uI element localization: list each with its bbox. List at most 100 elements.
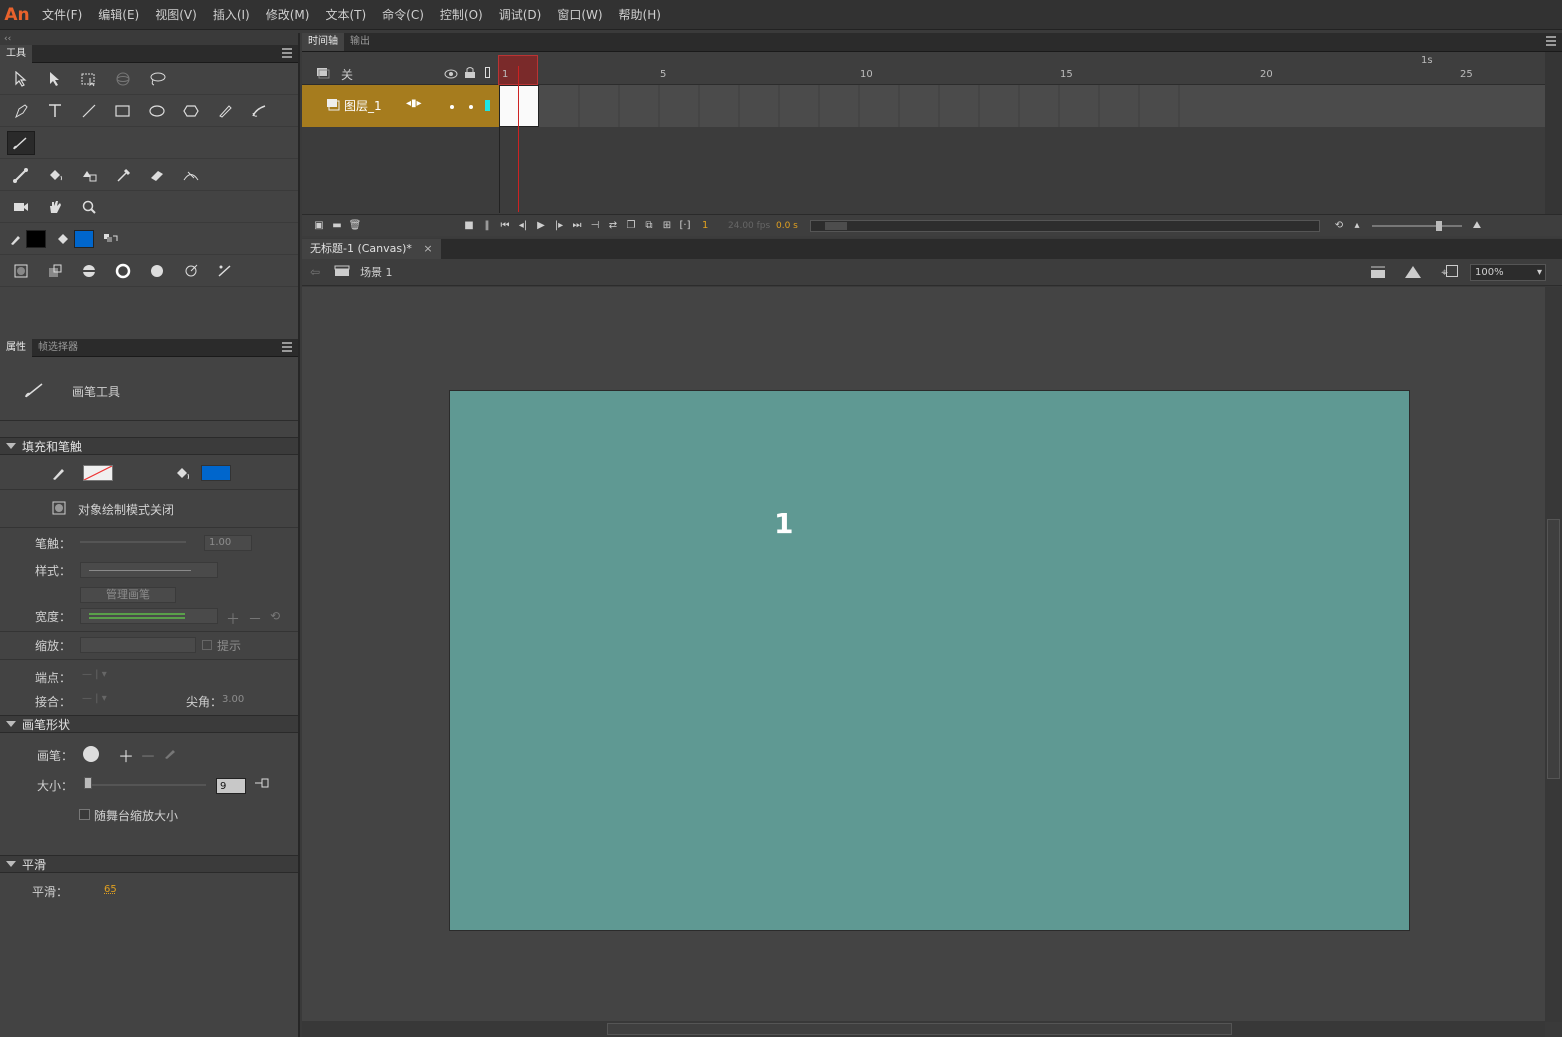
add-brush-icon[interactable]: ＋ xyxy=(118,743,134,767)
hand-tool-icon[interactable] xyxy=(38,193,72,221)
menu-commands[interactable]: 命令(C) xyxy=(374,0,432,30)
object-drawing-icon[interactable] xyxy=(52,501,66,518)
line-tool-icon[interactable] xyxy=(72,97,106,125)
cap-dropdown[interactable]: — | ▾ xyxy=(82,669,107,680)
clip-content-icon[interactable] xyxy=(1446,265,1458,277)
timeline-zoom-slider[interactable] xyxy=(1372,220,1462,231)
onion-skin-label[interactable]: 关 xyxy=(341,66,353,83)
width-dropdown[interactable] xyxy=(80,608,218,624)
text-tool-icon[interactable] xyxy=(38,97,72,125)
new-folder-icon[interactable]: ▬ xyxy=(328,220,346,231)
tab-tools[interactable]: 工具 xyxy=(0,44,32,63)
stage-text[interactable]: 1 xyxy=(774,507,793,540)
pressure-icon[interactable] xyxy=(208,257,242,285)
style-dropdown[interactable] xyxy=(80,562,218,578)
camera-tool-icon[interactable] xyxy=(4,193,38,221)
miter-value[interactable]: 3.00 xyxy=(222,694,244,705)
show-hide-all-icon[interactable] xyxy=(444,68,458,82)
paint-bucket-tool-icon[interactable] xyxy=(38,161,72,189)
join-dropdown[interactable]: — | ▾ xyxy=(82,693,107,704)
brush-mode-fill-icon[interactable] xyxy=(106,257,140,285)
polystar-tool-icon[interactable] xyxy=(174,97,208,125)
frames-area[interactable] xyxy=(499,85,1545,127)
stage-canvas[interactable]: 1 xyxy=(449,390,1410,931)
camera-toggle-icon[interactable]: ■ xyxy=(460,220,478,231)
new-layer-icon[interactable]: ▣ xyxy=(310,220,328,231)
stroke-none-swatch[interactable] xyxy=(83,465,113,481)
layer-row[interactable]: 图层_1 ◂▮▸ xyxy=(302,85,499,127)
panel-menu-icon[interactable] xyxy=(282,48,292,58)
document-tab[interactable]: 无标题-1 (Canvas)* × xyxy=(302,239,441,259)
modify-markers-icon[interactable]: [·] xyxy=(676,220,694,231)
eyedropper-tool-icon[interactable] xyxy=(106,161,140,189)
time-value[interactable]: 0.0 s xyxy=(776,221,810,231)
reset-zoom-icon[interactable]: ⟲ xyxy=(1330,220,1348,231)
stroke-color-swatch[interactable] xyxy=(26,229,46,248)
zoom-dropdown[interactable]: 100% ▾ xyxy=(1470,264,1546,281)
scroll-thumb[interactable] xyxy=(1547,519,1560,779)
pen-tool-icon[interactable] xyxy=(4,97,38,125)
current-frame[interactable]: 1 xyxy=(702,220,728,231)
smoothing-value[interactable]: 65 xyxy=(104,884,117,895)
pin-icon[interactable] xyxy=(254,777,270,792)
lock-dot-icon[interactable] xyxy=(469,105,473,109)
panel-menu-icon[interactable] xyxy=(1546,36,1556,46)
onion-outline-icon[interactable]: ⧉ xyxy=(640,220,658,231)
menu-insert[interactable]: 插入(I) xyxy=(205,0,258,30)
zoom-tool-icon[interactable] xyxy=(72,193,106,221)
selection-tool-icon[interactable] xyxy=(4,65,38,93)
menu-control[interactable]: 控制(O) xyxy=(432,0,491,30)
go-to-last-frame-icon[interactable]: ⏭ xyxy=(568,220,586,231)
edit-multiple-frames-icon[interactable]: ⊞ xyxy=(658,220,676,231)
free-transform-tool-icon[interactable] xyxy=(72,65,106,93)
lasso-tool-icon[interactable] xyxy=(140,65,174,93)
eraser-tool-icon[interactable] xyxy=(140,161,174,189)
width-remove-icon[interactable]: － xyxy=(248,609,262,629)
layer-depth-icon[interactable]: ‖ xyxy=(478,220,496,231)
stroke-slider[interactable] xyxy=(80,541,186,543)
play-icon[interactable]: ▶ xyxy=(532,220,550,231)
loop-icon[interactable]: ⇄ xyxy=(604,220,622,231)
swap-colors-icon[interactable] xyxy=(100,225,122,253)
collapse-panels-button[interactable]: ‹‹ xyxy=(0,33,298,45)
remove-brush-icon[interactable]: － xyxy=(140,743,156,767)
size-slider[interactable] xyxy=(86,784,206,786)
tab-output[interactable]: 输出 xyxy=(344,33,376,51)
smoothing-section-header[interactable]: 平滑 xyxy=(0,855,298,873)
outline-color-icon[interactable] xyxy=(485,100,490,111)
fill-stroke-section-header[interactable]: 填充和笔触 xyxy=(0,437,298,455)
edit-scene-icon[interactable] xyxy=(1370,265,1388,282)
oval-tool-icon[interactable] xyxy=(140,97,174,125)
lock-fill-icon[interactable] xyxy=(38,257,72,285)
edit-symbol-icon[interactable] xyxy=(1404,265,1422,282)
smoothing-target-icon[interactable] xyxy=(174,257,208,285)
brush-tool-icon[interactable] xyxy=(7,130,35,155)
bone-tool-icon[interactable] xyxy=(4,161,38,189)
brush-shape-circle-icon[interactable] xyxy=(82,745,102,768)
menu-debug[interactable]: 调试(D) xyxy=(491,0,550,30)
size-field[interactable]: 9 xyxy=(216,778,246,794)
paint-brush-tool-icon[interactable] xyxy=(242,97,276,125)
timeline-vscroll[interactable] xyxy=(1545,52,1562,214)
keyframe-nav-icon[interactable]: ◂▮▸ xyxy=(406,98,422,109)
scene-name[interactable]: 场景 1 xyxy=(360,264,393,280)
layer-name[interactable]: 图层_1 xyxy=(344,97,382,114)
back-arrow-icon[interactable]: ⇦ xyxy=(310,265,320,279)
stage-vscroll[interactable] xyxy=(1545,287,1562,1022)
fill-color-swatch[interactable] xyxy=(201,465,231,481)
width-add-icon[interactable]: ＋ xyxy=(226,609,240,629)
visibility-dot-icon[interactable] xyxy=(450,105,454,109)
zoom-out-icon[interactable]: ▴ xyxy=(1348,220,1366,231)
zoom-in-icon[interactable]: ⛰ xyxy=(1468,220,1486,231)
edit-brush-icon[interactable] xyxy=(164,747,176,762)
panel-menu-icon[interactable] xyxy=(282,342,292,352)
brush-shape-section-header[interactable]: 画笔形状 xyxy=(0,715,298,733)
scale-dropdown[interactable] xyxy=(80,637,196,653)
menu-text[interactable]: 文本(T) xyxy=(317,0,374,30)
3d-rotation-tool-icon[interactable] xyxy=(106,65,140,93)
tab-frame-picker[interactable]: 帧选择器 xyxy=(32,339,84,357)
object-drawing-icon[interactable] xyxy=(4,257,38,285)
menu-help[interactable]: 帮助(H) xyxy=(611,0,669,30)
lock-all-icon[interactable] xyxy=(464,66,476,82)
step-back-icon[interactable]: ◂| xyxy=(514,220,532,231)
